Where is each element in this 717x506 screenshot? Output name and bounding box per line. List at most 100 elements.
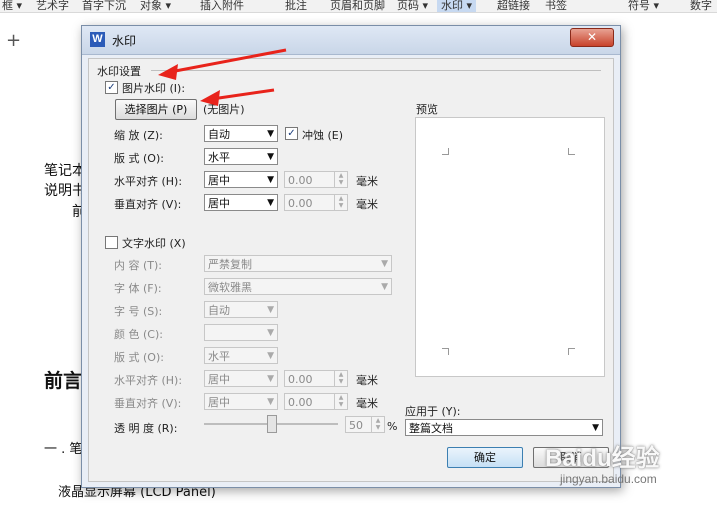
chevron-down-icon: ▼	[267, 397, 274, 407]
text-halign-offset-value: 0.00	[288, 373, 313, 386]
washout-checkbox[interactable]: ✓	[285, 127, 298, 140]
ribbon-symbol-button[interactable]: 符号 ▾	[628, 0, 659, 12]
ribbon-wordart-button[interactable]: 艺术字	[36, 0, 69, 12]
font-value: 微软雅黑	[208, 281, 252, 294]
content-label: 内 容 (T):	[114, 259, 163, 272]
picture-valign-offset-value: 0.00	[288, 197, 313, 210]
ok-button[interactable]: 确定	[447, 447, 523, 468]
picture-valign-value: 居中	[208, 197, 230, 210]
chevron-down-icon: ▼	[267, 175, 274, 185]
chevron-down-icon: ▼	[267, 152, 274, 162]
ribbon-object-button[interactable]: 对象 ▾	[140, 0, 171, 12]
picture-halign-value: 居中	[208, 174, 230, 187]
annotation-arrow-icon	[211, 88, 275, 101]
font-select[interactable]: 微软雅黑 ▼	[204, 278, 392, 295]
text-halign-select[interactable]: 居中 ▼	[204, 370, 278, 387]
ribbon-toolbar: 框 ▾ 艺术字 首字下沉 对象 ▾ 插入附件 批注 页眉和页脚 页码 ▾ 水印 …	[0, 0, 717, 13]
picture-halign-offset-value: 0.00	[288, 174, 313, 187]
chevron-down-icon: ▼	[267, 305, 274, 315]
text-valign-offset-value: 0.00	[288, 396, 313, 409]
spinner-arrows-icon: ▲ ▼	[371, 417, 384, 432]
size-select[interactable]: 自动 ▼	[204, 301, 278, 318]
picture-valign-select[interactable]: 居中 ▼	[204, 194, 278, 211]
color-select[interactable]: ▼	[204, 324, 278, 341]
transparency-slider-thumb[interactable]	[267, 415, 277, 433]
scale-value: 自动	[208, 128, 230, 141]
ribbon-hyperlink-button[interactable]: 超链接	[497, 0, 530, 12]
ribbon-frame-button[interactable]: 框 ▾	[2, 0, 22, 12]
dialog-title: 水印	[112, 34, 137, 48]
text-valign-unit: 毫米	[356, 397, 378, 410]
annotation-arrowhead-icon	[158, 64, 178, 80]
ribbon-number-button[interactable]: 数字	[690, 0, 712, 12]
apply-to-value: 整篇文档	[409, 422, 453, 435]
picture-valign-unit: 毫米	[356, 198, 378, 211]
close-button[interactable]: ✕	[570, 28, 614, 47]
apply-to-label: 应用于 (Y):	[405, 405, 461, 418]
preview-corner-mark	[442, 148, 449, 155]
text-layout-label: 版 式 (O):	[114, 351, 164, 364]
new-tab-plus-icon[interactable]: +	[6, 30, 21, 51]
ribbon-comment-button[interactable]: 批注	[285, 0, 307, 12]
apply-to-select[interactable]: 整篇文档 ▼	[405, 419, 603, 436]
picture-layout-select[interactable]: 水平 ▼	[204, 148, 278, 165]
picture-halign-label: 水平对齐 (H):	[114, 175, 183, 188]
chevron-down-icon: ▼	[267, 129, 274, 139]
scale-label: 缩 放 (Z):	[114, 129, 163, 142]
ribbon-page-number-button[interactable]: 页码 ▾	[397, 0, 428, 12]
font-label: 字 体 (F):	[114, 282, 162, 295]
annotation-arrowhead-icon	[200, 90, 220, 106]
spinner-arrows-icon: ▲ ▼	[334, 371, 347, 386]
baidu-jingyan-url: jingyan.baidu.com	[560, 472, 657, 486]
preview-pane	[415, 117, 605, 377]
preview-corner-mark	[568, 348, 575, 355]
baidu-jingyan-logo: Baidu经验	[545, 445, 660, 472]
spinner-arrows-icon: ▲ ▼	[334, 195, 347, 210]
doc-item-1: 一 . 笔	[44, 442, 83, 457]
spinner-arrows-icon: ▲ ▼	[334, 394, 347, 409]
text-halign-offset[interactable]: 0.00 ▲ ▼	[284, 370, 348, 387]
chevron-down-icon: ▼	[592, 423, 599, 433]
text-layout-value: 水平	[208, 350, 230, 363]
text-halign-label: 水平对齐 (H):	[114, 374, 183, 387]
chevron-down-icon: ▼	[381, 282, 388, 292]
preview-corner-mark	[568, 148, 575, 155]
ribbon-header-footer-button[interactable]: 页眉和页脚	[330, 0, 385, 12]
text-valign-select[interactable]: 居中 ▼	[204, 393, 278, 410]
content-value: 严禁复制	[208, 258, 252, 271]
preview-corner-mark	[442, 348, 449, 355]
section-title: 水印设置	[97, 65, 141, 78]
size-value: 自动	[208, 304, 230, 317]
picture-halign-offset[interactable]: 0.00 ▲ ▼	[284, 171, 348, 188]
ribbon-attachment-button[interactable]: 插入附件	[200, 0, 244, 12]
transparency-spinner[interactable]: 50 ▲ ▼	[345, 416, 385, 433]
transparency-label: 透 明 度 (R):	[114, 422, 178, 435]
spinner-arrows-icon: ▲ ▼	[334, 172, 347, 187]
chevron-down-icon: ▼	[267, 374, 274, 384]
text-valign-value: 居中	[208, 396, 230, 409]
picture-valign-offset[interactable]: 0.00 ▲ ▼	[284, 194, 348, 211]
dialog-body: 水印设置 ✓ 图片水印 (I): 选择图片 (P) (无图片) 缩 放 (Z):…	[88, 58, 614, 482]
text-layout-select[interactable]: 水平 ▼	[204, 347, 278, 364]
picture-watermark-checkbox[interactable]: ✓	[105, 81, 118, 94]
picture-halign-select[interactable]: 居中 ▼	[204, 171, 278, 188]
text-halign-value: 居中	[208, 373, 230, 386]
preview-label: 预览	[416, 103, 438, 116]
content-select[interactable]: 严禁复制 ▼	[204, 255, 392, 272]
chevron-down-icon: ▼	[267, 328, 274, 338]
size-label: 字 号 (S):	[114, 305, 163, 318]
color-label: 颜 色 (C):	[114, 328, 163, 341]
text-valign-offset[interactable]: 0.00 ▲ ▼	[284, 393, 348, 410]
scale-select[interactable]: 自动 ▼	[204, 125, 278, 142]
chevron-down-icon: ▼	[267, 351, 274, 361]
chevron-down-icon: ▼	[381, 259, 388, 269]
doc-line-2: 说明书	[44, 183, 86, 199]
annotation-arrow-icon	[169, 48, 287, 74]
text-watermark-checkbox[interactable]	[105, 236, 118, 249]
transparency-unit: %	[387, 420, 398, 433]
ribbon-dropcap-button[interactable]: 首字下沉	[82, 0, 126, 12]
ribbon-watermark-button[interactable]: 水印 ▾	[437, 0, 477, 12]
ribbon-bookmark-button[interactable]: 书签	[545, 0, 567, 12]
doc-heading: 前言	[44, 370, 83, 392]
picture-valign-label: 垂直对齐 (V):	[114, 198, 182, 211]
